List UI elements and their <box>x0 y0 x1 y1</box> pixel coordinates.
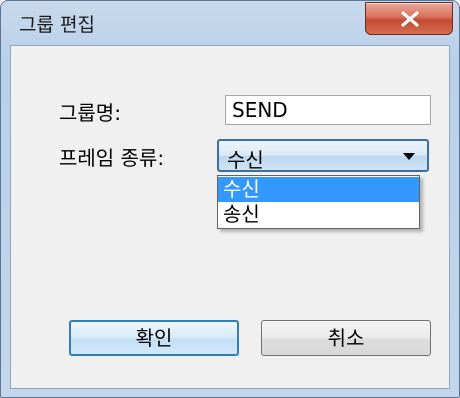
frame-type-selected-value: 수신 <box>227 148 264 172</box>
chevron-down-icon[interactable] <box>403 153 415 160</box>
frame-type-dropdown-list: 수신 송신 <box>217 175 420 229</box>
cancel-button[interactable]: 취소 <box>261 320 431 356</box>
close-icon <box>401 11 419 27</box>
close-button[interactable] <box>365 2 453 35</box>
frame-type-option-receive[interactable]: 수신 <box>218 177 419 202</box>
dialog-body: 그룹명: 프레임 종류: 수신 수신 송신 확인 취소 <box>10 45 450 389</box>
group-name-field[interactable] <box>225 95 431 125</box>
group-name-input[interactable] <box>226 96 430 124</box>
edit-group-dialog: 그룹 편집 그룹명: 프레임 종류: 수신 수신 송신 확인 취소 <box>0 0 460 398</box>
frame-type-label: 프레임 종류: <box>59 146 165 170</box>
title-bar[interactable]: 그룹 편집 <box>1 1 459 45</box>
ok-button[interactable]: 확인 <box>69 320 239 356</box>
frame-type-option-send[interactable]: 송신 <box>218 202 419 227</box>
frame-type-select[interactable]: 수신 <box>217 139 429 172</box>
dialog-title: 그룹 편집 <box>19 14 95 36</box>
group-name-label: 그룹명: <box>59 101 121 125</box>
